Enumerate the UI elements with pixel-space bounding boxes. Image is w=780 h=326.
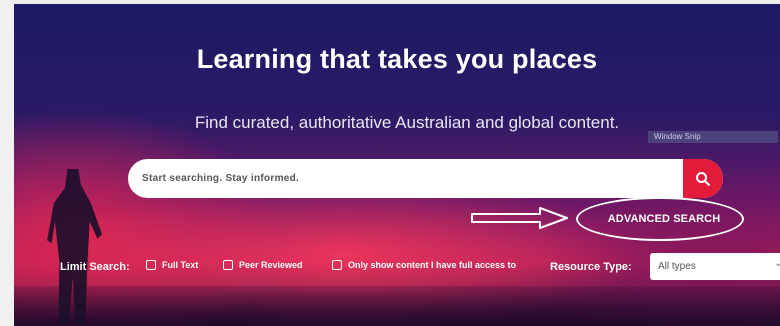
limit-search-label: Limit Search: — [60, 261, 130, 273]
checkbox-icon[interactable] — [146, 260, 156, 270]
chevron-down-icon: ⌄ — [774, 258, 780, 269]
search-bar — [128, 159, 723, 198]
resource-type-select[interactable]: All types — [650, 253, 780, 280]
full-text-checkbox[interactable]: Full Text — [146, 260, 198, 270]
search-button[interactable] — [683, 159, 723, 198]
full-access-label: Only show content I have full access to — [348, 260, 517, 270]
peer-reviewed-label: Peer Reviewed — [239, 260, 303, 270]
window-snip-overlay: Window Snip — [648, 131, 778, 143]
checkbox-icon[interactable] — [332, 260, 342, 270]
page-title: Learning that takes you places — [196, 44, 598, 74]
resource-type-label: Resource Type: — [550, 261, 632, 273]
resource-type-value: All types — [658, 261, 696, 272]
checkbox-icon[interactable] — [223, 260, 233, 270]
horizon-background — [14, 286, 780, 326]
search-input[interactable] — [128, 159, 684, 198]
peer-reviewed-checkbox[interactable]: Peer Reviewed — [223, 260, 303, 270]
page-subtitle: Find curated, authoritative Australian a… — [194, 113, 620, 132]
annotation-arrow — [471, 207, 568, 229]
advanced-search-link[interactable]: ADVANCED SEARCH — [594, 213, 734, 225]
full-access-checkbox[interactable]: Only show content I have full access to — [332, 260, 516, 270]
search-icon — [696, 171, 710, 186]
full-text-label: Full Text — [162, 260, 199, 270]
